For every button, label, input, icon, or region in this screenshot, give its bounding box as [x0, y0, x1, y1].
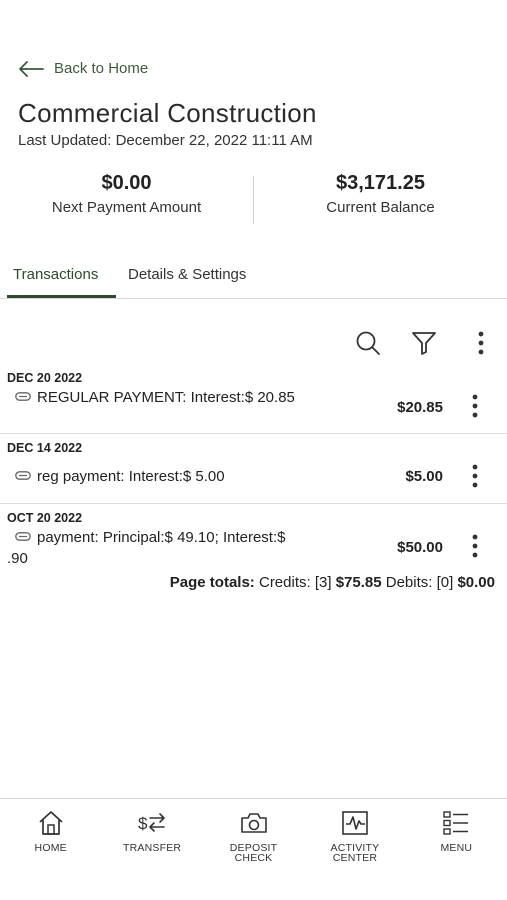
debits-label: Debits: [0]: [385, 574, 454, 591]
back-to-home-label: Back to Home: [54, 60, 149, 77]
last-updated-text: Last Updated: December 22, 2022 11:11 AM: [18, 132, 313, 149]
arrow-left-icon: [18, 60, 44, 77]
next-payment-block: $0.00 Next Payment Amount: [0, 172, 253, 224]
more-vertical-icon[interactable]: [466, 328, 496, 358]
home-icon: [0, 809, 101, 837]
tab-details-settings[interactable]: Details & Settings: [128, 266, 246, 283]
transaction-more-icon[interactable]: [465, 393, 485, 419]
transaction-description-text: reg payment: Interest:$ 5.00: [37, 467, 225, 485]
transaction-description-text: REGULAR PAYMENT: Interest:$ 20.85: [37, 388, 295, 406]
nav-menu[interactable]: MENU: [406, 799, 507, 900]
nav-deposit-check-label: DEPOSIT CHECK: [229, 842, 278, 864]
transaction-row[interactable]: OCT 20 2022 payment: Principal:$ 49.10; …: [0, 504, 507, 570]
credits-amount: $75.85: [335, 574, 382, 591]
nav-deposit-check[interactable]: DEPOSIT CHECK: [203, 799, 304, 900]
page-totals: Page totals: Credits: [3] $75.85 Debits:…: [170, 574, 495, 591]
transaction-amount: $20.85: [397, 399, 443, 416]
nav-activity-center[interactable]: ACTIVITY CENTER: [304, 799, 405, 900]
transaction-date: OCT 20 2022: [7, 511, 83, 525]
current-balance-label: Current Balance: [326, 199, 435, 216]
transaction-date: DEC 14 2022: [7, 441, 83, 455]
transaction-description-text: payment: Principal:$ 49.10; Interest:$ .…: [7, 528, 286, 567]
transaction-date: DEC 20 2022: [7, 371, 83, 385]
transactions-toolbar: [0, 328, 507, 358]
current-balance-amount: $3,171.25: [336, 172, 425, 194]
transaction-description: payment: Principal:$ 49.10; Interest:$ .…: [7, 527, 307, 569]
menu-icon: [406, 809, 507, 837]
search-icon[interactable]: [353, 328, 383, 358]
nav-transfer-label: TRANSFER: [123, 842, 182, 854]
transaction-row[interactable]: DEC 20 2022 REGULAR PAYMENT: Interest:$ …: [0, 364, 507, 434]
nav-home[interactable]: HOME: [0, 799, 101, 900]
current-balance-block: $3,171.25 Current Balance: [254, 172, 507, 224]
activity-icon: [304, 809, 405, 837]
bottom-navigation: HOME $ TRANSFER DEPOSIT CHECK ACTIVITY C…: [0, 798, 507, 900]
active-tab-indicator: [7, 295, 116, 298]
transaction-description: REGULAR PAYMENT: Interest:$ 20.85: [7, 387, 307, 409]
transaction-amount: $50.00: [397, 539, 443, 556]
svg-text:$: $: [138, 814, 148, 833]
transfer-icon: $: [101, 809, 202, 837]
page-title: Commercial Construction: [18, 98, 317, 128]
nav-transfer[interactable]: $ TRANSFER: [101, 799, 202, 900]
page-totals-label: Page totals:: [169, 574, 255, 591]
transaction-amount: $5.00: [405, 468, 443, 485]
nav-activity-center-label: ACTIVITY CENTER: [330, 842, 380, 864]
debits-amount: $0.00: [457, 574, 495, 591]
memo-icon: [15, 466, 31, 486]
next-payment-label: Next Payment Amount: [51, 199, 202, 216]
filter-icon[interactable]: [409, 328, 439, 358]
tab-transactions[interactable]: Transactions: [13, 266, 98, 283]
transaction-more-icon[interactable]: [465, 463, 485, 489]
nav-home-label: HOME: [34, 842, 67, 854]
tab-bar: Transactions Details & Settings: [0, 262, 507, 299]
next-payment-amount: $0.00: [101, 172, 152, 194]
transaction-more-icon[interactable]: [465, 533, 485, 559]
credits-label: Credits: [3]: [258, 574, 332, 591]
camera-icon: [203, 809, 304, 837]
transaction-description: reg payment: Interest:$ 5.00: [7, 466, 307, 488]
memo-icon: [15, 387, 31, 407]
nav-menu-label: MENU: [440, 842, 473, 854]
memo-icon: [15, 527, 31, 547]
account-summary: $0.00 Next Payment Amount $3,171.25 Curr…: [0, 172, 507, 224]
back-to-home-link[interactable]: Back to Home: [18, 60, 148, 77]
transaction-row[interactable]: DEC 14 2022 reg payment: Interest:$ 5.00…: [0, 434, 507, 504]
